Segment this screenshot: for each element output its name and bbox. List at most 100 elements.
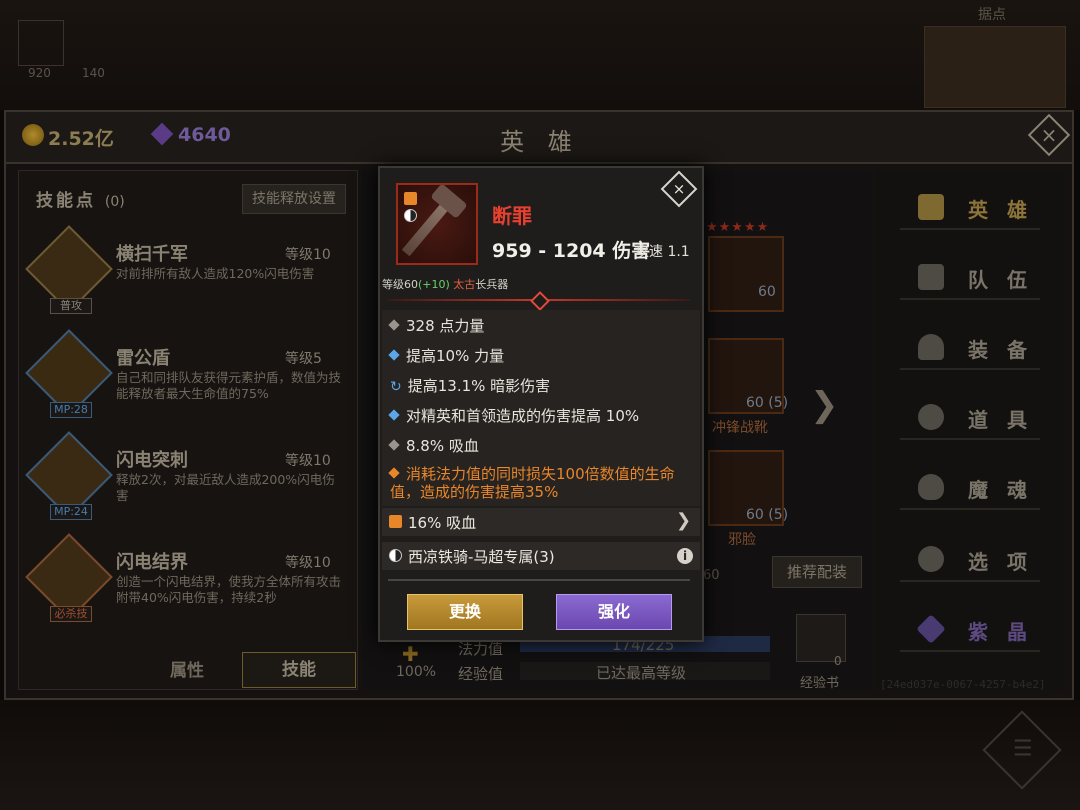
skill-item[interactable]: 必杀技 闪电结界 等级10 创造一个闪电结界，使我方全体所有攻击附带40%闪电伤… [25, 533, 346, 635]
menu-soul[interactable]: 魔 魂 [900, 468, 1040, 510]
reroll-icon: ↻ [390, 379, 402, 395]
tab-skills[interactable]: 技能 [242, 652, 356, 688]
yin-yang-icon [404, 209, 417, 222]
weapon-attribute: 对精英和首领造成的伤害提高 10% [388, 405, 640, 426]
chevron-right-icon: ❯ [676, 510, 692, 531]
skill-release-settings-button[interactable]: 技能释放设置 [242, 184, 346, 214]
upgrade-button[interactable]: 强化 [556, 594, 672, 630]
grey-bullet-icon [388, 438, 400, 451]
bag-icon [918, 404, 944, 430]
equip-level-plus: (5) [768, 507, 789, 523]
equip-level-plus: (5) [768, 395, 789, 411]
flame-icon [918, 474, 944, 500]
plus-icon[interactable]: ✚ [402, 644, 426, 664]
game-background-top [0, 0, 1080, 110]
skill-level: 等级10 [285, 555, 331, 571]
menu-team[interactable]: 队 伍 [900, 258, 1040, 300]
gem-socket-text: 16% 吸血 [408, 514, 477, 532]
exp-book-count: 0 [834, 654, 842, 668]
skill-tag: 必杀技 [50, 606, 92, 622]
weapon-damage: 959 - 1204 伤害 [492, 240, 651, 262]
hud-value-b: 140 [82, 66, 105, 80]
orange-bullet-icon [388, 466, 400, 479]
flag-icon [918, 264, 944, 290]
divider [388, 579, 690, 581]
attribute-text: 8.8% 吸血 [406, 437, 479, 455]
skill-points-title: 技能点 [36, 191, 96, 211]
skill-item[interactable]: MP:28 雷公盾 等级5 自己和同排队友获得元素护盾，数值为技能释放者最大生命… [25, 329, 346, 431]
skill-desc: 创造一个闪电结界，使我方全体所有攻击附带40%闪电伤害，持续2秒 [116, 574, 342, 605]
weapon-attribute: 328 点力量 [388, 315, 484, 336]
tab-attributes[interactable]: 属性 [170, 656, 204, 681]
orange-gem-icon [389, 515, 402, 528]
hud-base-label: 据点 [978, 7, 1006, 23]
skill-desc: 释放2次，对最近敌人造成200%闪电伤害 [116, 472, 335, 503]
grey-bullet-icon [388, 318, 400, 331]
equip-name: 冲锋战靴 [712, 420, 768, 436]
session-id: [24ed037e-0067-4257-b4e2] [880, 678, 1046, 691]
skill-points-count: (0) [104, 194, 125, 210]
equip-slot-armor[interactable] [708, 236, 784, 312]
menu-label: 魔 魂 [968, 478, 1033, 502]
weapon-name: 断罪 [492, 204, 532, 228]
blue-bullet-icon [388, 348, 400, 361]
weapon-attribute: ↻ 提高13.1% 暗影伤害 [390, 375, 550, 396]
weapon-level-bonus: (+10) [418, 278, 450, 291]
skill-desc: 对前排所有敌人造成120%闪电伤害 [116, 266, 315, 281]
skill-tag: MP:24 [50, 504, 92, 520]
skill-desc: 自己和同排队友获得元素护盾，数值为技能释放者最大生命值的75% [116, 370, 342, 401]
equip-level: 60 (5) [746, 507, 788, 523]
weapon-attack-speed: 攻速 1.1 [635, 244, 690, 260]
weapon-attribute: 提高10% 力量 [388, 345, 505, 366]
menu-label: 道 具 [968, 408, 1033, 432]
skill-item[interactable]: 普攻 横扫千军 等级10 对前排所有敌人造成120%闪电伤害 [25, 225, 346, 327]
skill-item[interactable]: MP:24 闪电突刺 等级10 释放2次，对最近敌人造成200%闪电伤害 [25, 431, 346, 533]
menu-options[interactable]: 选 项 [900, 540, 1040, 582]
menu-label: 紫 晶 [968, 620, 1033, 644]
attribute-text: 提高10% 力量 [406, 347, 505, 365]
weapon-type: 长兵器 [475, 278, 509, 291]
equip-level-value: 60 [746, 507, 764, 523]
hud-value-a: 920 [28, 66, 51, 80]
crystal-icon [916, 614, 946, 644]
weapon-legendary-attribute: 消耗法力值的同时损失100倍数值的生命值，造成的伤害提高35% [388, 465, 696, 501]
info-icon[interactable]: i [677, 548, 693, 564]
menu-label: 选 项 [968, 550, 1033, 574]
orange-gem-icon [404, 192, 417, 205]
menu-label: 队 伍 [968, 268, 1033, 292]
equip-level-value: 60 [746, 395, 764, 411]
menu-hero[interactable]: 英 雄 [900, 188, 1040, 230]
skill-name: 闪电结界 [116, 552, 188, 573]
menu-equipment[interactable]: 装 备 [900, 328, 1040, 370]
attribute-text: 消耗法力值的同时损失100倍数值的生命值，造成的伤害提高35% [390, 465, 675, 501]
skill-points-label: 技能点 (0) [36, 186, 125, 211]
equip-name: 邪脸 [728, 532, 756, 548]
close-icon: × [672, 180, 686, 198]
menu-label: 装 备 [968, 338, 1033, 362]
menu-crystal[interactable]: 紫 晶 [900, 610, 1040, 652]
set-bonus-text: 西凉铁骑-马超专属(3) [408, 548, 555, 566]
skill-name: 雷公盾 [116, 348, 170, 369]
list-icon: ☰ [1012, 736, 1033, 762]
skill-level: 等级5 [285, 351, 322, 367]
hud-base-image [924, 26, 1066, 108]
menu-items[interactable]: 道 具 [900, 398, 1040, 440]
blue-bullet-icon [388, 408, 400, 421]
exp-value: 已达最高等级 [596, 664, 687, 682]
equip-level: 60 [758, 284, 776, 300]
skill-tag: 普攻 [50, 298, 92, 314]
chevron-right-icon[interactable]: ❯ [810, 385, 839, 425]
attribute-text: 对精英和首领造成的伤害提高 10% [406, 407, 640, 425]
game-background-bottom [0, 700, 1080, 810]
helmet-icon [918, 334, 944, 360]
percent-value: 100% [396, 664, 437, 680]
recommend-loadout-button[interactable]: 推荐配装 [772, 556, 862, 588]
yin-yang-icon [389, 549, 402, 562]
menu-label: 英 雄 [968, 198, 1033, 222]
weapon-level: 等级60 [382, 278, 418, 291]
exp-label: 经验值 [458, 665, 504, 683]
swap-button[interactable]: 更换 [407, 594, 523, 630]
hero-icon [918, 194, 944, 220]
close-icon: × [1040, 123, 1058, 147]
attribute-text: 提高13.1% 暗影伤害 [407, 377, 551, 395]
